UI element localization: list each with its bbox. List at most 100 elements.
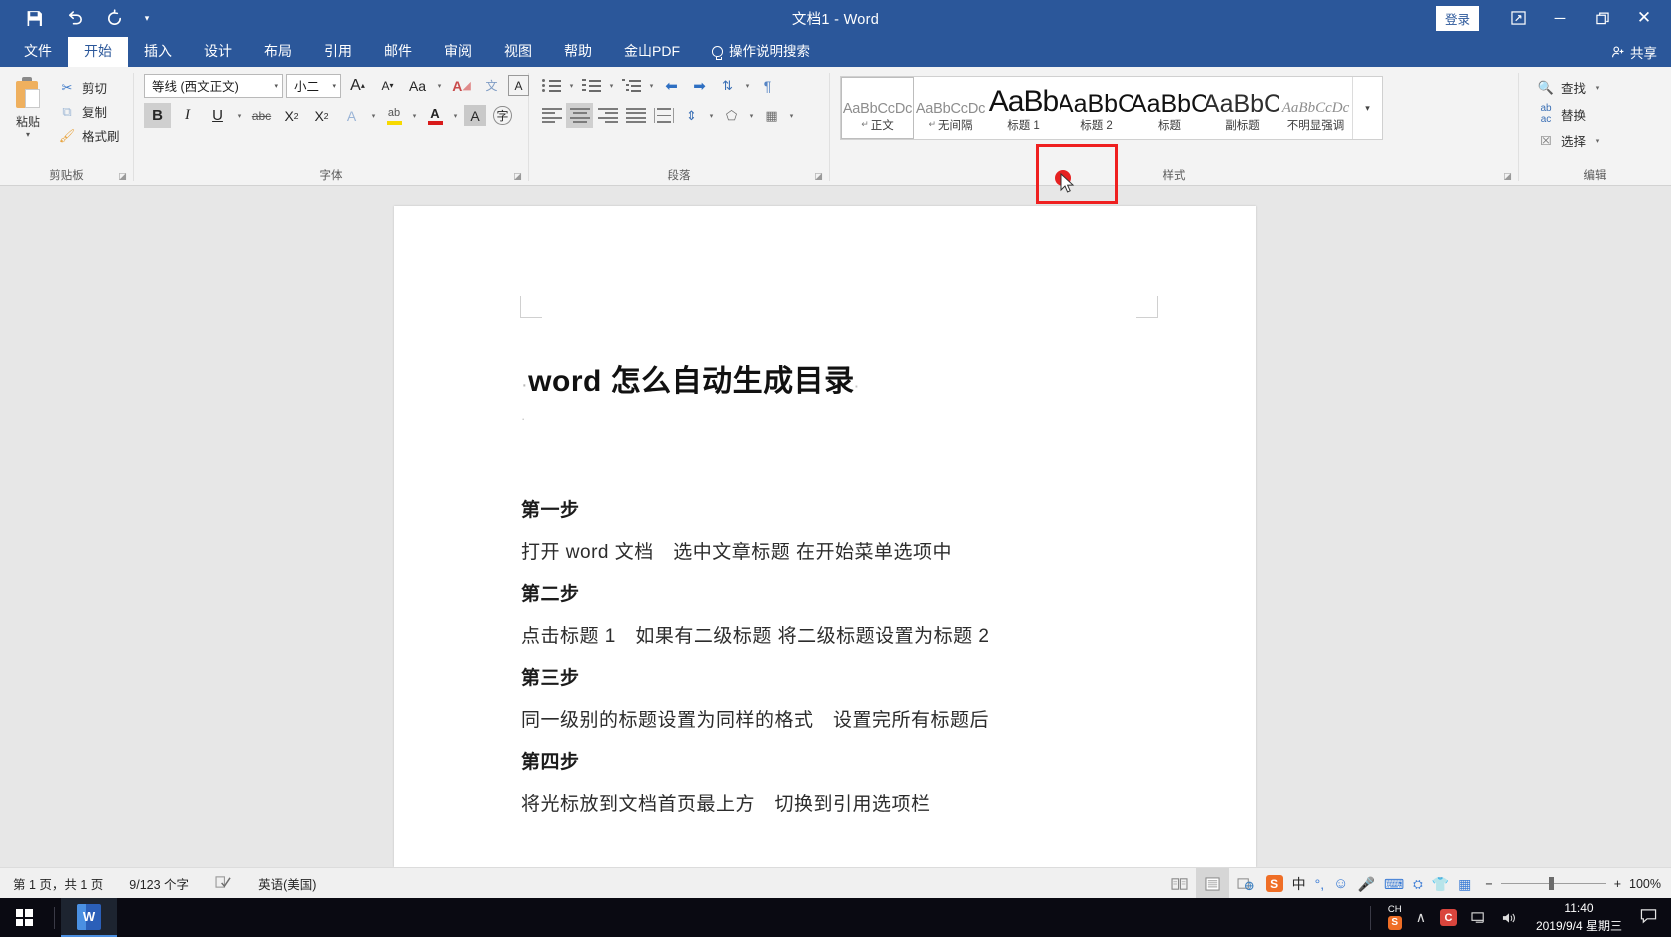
sign-in-button[interactable]: 登录	[1435, 5, 1479, 31]
numbering-button[interactable]	[578, 73, 605, 98]
minimize-icon[interactable]: ─	[1539, 0, 1581, 36]
tab-mailings[interactable]: 邮件	[368, 37, 428, 67]
chevron-down-icon[interactable]: ▾	[606, 82, 617, 90]
view-read-mode[interactable]	[1163, 868, 1196, 899]
punctuation-icon[interactable]: °,	[1315, 877, 1325, 891]
strikethrough-button[interactable]: abc	[248, 103, 275, 128]
shading-button[interactable]: ⬠	[718, 103, 745, 128]
change-case-button[interactable]: Aa	[404, 73, 431, 98]
ribbon-display-options-icon[interactable]	[1497, 0, 1539, 36]
emoji-icon[interactable]: ☺	[1333, 876, 1348, 891]
document-area[interactable]: ·word 怎么自动生成目录· · 第一步 打开 word 文档 选中文章标题 …	[0, 186, 1671, 867]
font-size-combo[interactable]: 小二 ▾	[286, 73, 341, 98]
bold-button[interactable]: B	[144, 103, 171, 128]
italic-button[interactable]: I	[174, 103, 201, 128]
find-button[interactable]: 🔍 查找 ▾	[1535, 77, 1608, 98]
ccleaner-tray-icon[interactable]: C	[1433, 909, 1464, 926]
start-button[interactable]	[0, 898, 48, 937]
more-apps-icon[interactable]: ▦	[1458, 877, 1471, 891]
redo-icon[interactable]	[94, 3, 134, 33]
tab-insert[interactable]: 插入	[128, 37, 188, 67]
word-taskbar-item[interactable]: W	[61, 898, 117, 937]
distribute-button[interactable]	[650, 103, 677, 128]
tab-review[interactable]: 审阅	[428, 37, 488, 67]
tab-layout[interactable]: 布局	[248, 37, 308, 67]
chevron-down-icon[interactable]: ▾	[409, 112, 420, 120]
undo-icon[interactable]	[54, 3, 94, 33]
chevron-down-icon[interactable]: ▾	[706, 112, 717, 120]
close-icon[interactable]: ✕	[1623, 0, 1665, 36]
phonetic-guide-button[interactable]: 文	[478, 73, 505, 98]
paragraph-dialog-launcher[interactable]: ◪	[814, 172, 823, 181]
notification-center-icon[interactable]	[1634, 908, 1671, 928]
view-web-layout[interactable]	[1229, 868, 1262, 899]
style-item-subtle-emphasis[interactable]: AaBbCcDc 不明显强调	[1279, 77, 1352, 139]
proofing-status-icon[interactable]	[202, 875, 245, 892]
align-right-button[interactable]	[594, 103, 621, 128]
zoom-level[interactable]: 100%	[1629, 877, 1661, 891]
style-item-heading-1[interactable]: AaBb 标题 1	[987, 77, 1060, 139]
sort-button[interactable]: ⇅	[714, 73, 741, 98]
select-button[interactable]: ⮽ 选择 ▾	[1535, 130, 1608, 151]
chevron-down-icon[interactable]: ▾	[646, 82, 657, 90]
character-shading-button[interactable]: A	[464, 105, 486, 126]
text-effects-button[interactable]: A	[338, 103, 365, 128]
share-button[interactable]: 共享	[1611, 42, 1657, 62]
underline-button[interactable]: U	[204, 103, 231, 128]
paste-dropdown-icon[interactable]: ▾	[26, 131, 30, 139]
style-item-heading-2[interactable]: AaBbC 标题 2	[1060, 77, 1133, 139]
style-item-subtitle[interactable]: AaBbC 副标题	[1206, 77, 1279, 139]
bullets-button[interactable]	[538, 73, 565, 98]
clock[interactable]: 11:40 2019/9/4 星期三	[1524, 900, 1634, 935]
clear-formatting-button[interactable]: A ◢	[448, 73, 475, 98]
justify-button[interactable]	[622, 103, 649, 128]
clipboard-dialog-launcher[interactable]: ◪	[118, 172, 127, 181]
multilevel-list-button[interactable]	[618, 73, 645, 98]
volume-icon[interactable]	[1494, 911, 1524, 925]
document-page[interactable]: ·word 怎么自动生成目录· · 第一步 打开 word 文档 选中文章标题 …	[394, 206, 1256, 867]
language-indicator[interactable]: 英语(美国)	[245, 874, 329, 893]
tab-kingsoft-pdf[interactable]: 金山PDF	[608, 37, 696, 67]
character-border-button[interactable]: A	[508, 75, 529, 96]
chevron-down-icon[interactable]: ▾	[1592, 84, 1603, 92]
text-highlight-button[interactable]: ab	[382, 103, 406, 128]
chinese-mode-icon[interactable]: 中	[1292, 874, 1306, 894]
line-spacing-button[interactable]: ⇕	[678, 103, 705, 128]
sogou-logo-icon[interactable]: S	[1265, 875, 1283, 892]
tell-me-search[interactable]: 操作说明搜索	[696, 38, 826, 67]
ime-indicator[interactable]: CH S	[1381, 905, 1409, 931]
chevron-down-icon[interactable]: ▾	[450, 112, 461, 120]
show-paragraph-marks-button[interactable]: ¶	[754, 73, 781, 98]
zoom-in-button[interactable]: +	[1614, 877, 1621, 891]
chevron-down-icon[interactable]: ▾	[742, 82, 753, 90]
tab-view[interactable]: 视图	[488, 37, 548, 67]
tab-file[interactable]: 文件	[8, 37, 68, 67]
toolbox-icon[interactable]: ⛭	[1413, 878, 1423, 890]
grow-font-button[interactable]: A ▴	[344, 73, 371, 98]
zoom-out-button[interactable]: −	[1485, 877, 1492, 891]
font-color-button[interactable]: A	[423, 103, 447, 128]
chevron-down-icon[interactable]: ▾	[566, 82, 577, 90]
voice-input-icon[interactable]: 🎤	[1357, 877, 1374, 891]
chevron-down-icon[interactable]: ▾	[1592, 137, 1603, 145]
decrease-indent-button[interactable]: ⬅	[658, 73, 685, 98]
enclose-characters-button[interactable]: 字	[489, 103, 516, 128]
skin-icon[interactable]: 👕	[1432, 877, 1449, 891]
styles-gallery-more-button[interactable]: ▾	[1352, 77, 1382, 139]
style-item-normal[interactable]: AaBbCcDc ↵ 正文	[841, 77, 914, 139]
shrink-font-button[interactable]: A ▾	[374, 73, 401, 98]
zoom-slider[interactable]	[1500, 868, 1606, 899]
restore-icon[interactable]	[1581, 0, 1623, 36]
customize-qat-icon[interactable]: ▾	[134, 3, 160, 33]
superscript-button[interactable]: X2	[308, 103, 335, 128]
align-left-button[interactable]	[538, 103, 565, 128]
show-hidden-icons-button[interactable]: ∧	[1409, 909, 1433, 926]
soft-keyboard-icon[interactable]: ⌨	[1384, 877, 1404, 891]
paste-button[interactable]: 粘贴 ▾	[0, 73, 56, 139]
format-painter-button[interactable]: 🖌 格式刷	[56, 125, 125, 146]
tab-help[interactable]: 帮助	[548, 37, 608, 67]
subscript-button[interactable]: X2	[278, 103, 305, 128]
borders-button[interactable]: ▦	[758, 103, 785, 128]
chevron-down-icon[interactable]: ▾	[234, 112, 245, 120]
page-indicator[interactable]: 第 1 页，共 1 页	[0, 874, 116, 893]
